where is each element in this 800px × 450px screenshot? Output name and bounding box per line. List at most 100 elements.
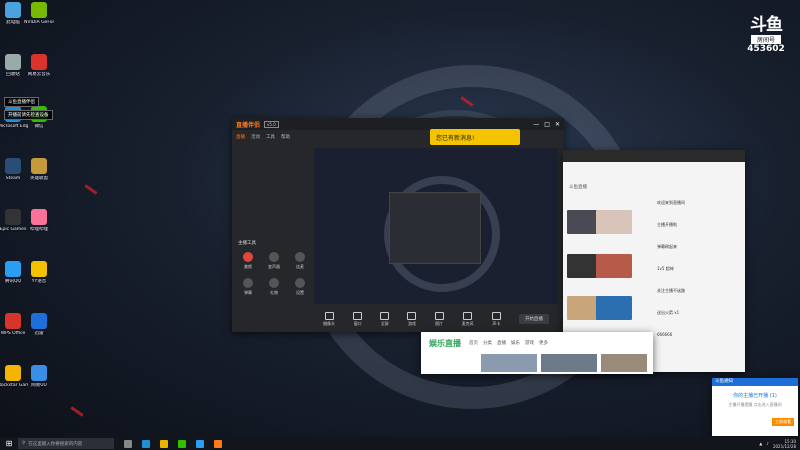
douyu-room-badge: 斗鱼 房间号 453602 <box>742 10 790 54</box>
search-icon: ⚲ <box>22 441 26 446</box>
fullscreen-icon <box>380 311 390 320</box>
nav-more[interactable]: 更多 <box>539 340 548 346</box>
taskbar-search[interactable]: ⚲ 在这里输入你要搜索的内容 <box>18 438 114 449</box>
minimize-icon[interactable]: — <box>533 121 539 128</box>
beauty-icon <box>243 252 253 262</box>
gamepad-icon <box>407 311 417 320</box>
side-button-beauty[interactable]: 美颜 <box>236 252 260 270</box>
nav-entertainment[interactable]: 娱乐 <box>511 340 520 346</box>
side-button-settings[interactable]: 设置 <box>288 278 312 296</box>
nav-category[interactable]: 分类 <box>483 340 492 346</box>
chat-row: 666666 <box>657 332 673 337</box>
desktop-icon[interactable]: 英雄联盟 <box>24 157 54 181</box>
tool-audio[interactable]: 声卡 <box>491 311 501 327</box>
desktop-icon[interactable]: 迅雷 <box>24 313 54 336</box>
side-button-danmaku[interactable]: 弹幕 <box>236 278 260 296</box>
task-view-icon[interactable] <box>124 439 132 448</box>
stream-app-version: v5.0 <box>264 120 279 128</box>
room-id: 453602 <box>747 44 785 54</box>
stream-toolbar: 摄像头 窗口 全屏 游戏 图片 麦克风 声卡 开始直播 <box>314 308 558 330</box>
tool-camera[interactable]: 摄像头 <box>323 311 335 327</box>
video-thumbnail[interactable] <box>481 354 537 372</box>
notification-title: 你的主播已开播 (1) <box>733 393 777 399</box>
stream-app-name: 直播伴侣 <box>236 121 261 129</box>
file-explorer-icon[interactable] <box>160 439 168 448</box>
desktop-tooltip: 斗鱼直播伴侣 <box>4 97 39 107</box>
volume-icon[interactable]: ♪ <box>766 441 769 446</box>
desktop-icon[interactable]: YY语音 <box>24 261 54 284</box>
tab-activity[interactable]: 活动 <box>251 134 260 140</box>
nav-home[interactable]: 首页 <box>469 340 478 346</box>
tool-image[interactable]: 图片 <box>434 311 444 327</box>
side-button-voice[interactable]: 变声器 <box>262 252 286 270</box>
desktop-icon-label: 迅雷 <box>34 331 44 337</box>
side-button-link[interactable]: 连麦 <box>288 252 312 270</box>
desktop-tooltip: 开播前请先检查设备 <box>4 110 53 120</box>
nav-game[interactable]: 游戏 <box>525 340 534 346</box>
app-icon <box>31 209 47 226</box>
tab-live[interactable]: 直播 <box>236 134 245 140</box>
stream-app-taskbar-icon[interactable] <box>214 439 222 448</box>
system-tray: ▲ ♪ 15:30 2021/12/28 <box>759 439 800 449</box>
app-icon <box>5 261 21 278</box>
network-icon[interactable]: ▲ <box>759 441 762 446</box>
desktop-icon[interactable]: 网易UU <box>24 364 54 388</box>
tool-fullscreen[interactable]: 全屏 <box>380 311 390 327</box>
stream-preview <box>314 148 558 304</box>
microphone-icon <box>463 311 473 320</box>
desktop-icon-label: 微信 <box>34 123 44 129</box>
windows-start-icon[interactable]: ⊞ <box>0 437 18 450</box>
link-icon <box>295 252 305 262</box>
chat-row: 送出火箭 x1 <box>657 310 680 315</box>
video-thumbnail[interactable] <box>601 354 647 372</box>
maximize-icon[interactable]: □ <box>544 121 550 128</box>
tool-game[interactable]: 游戏 <box>407 311 417 327</box>
desktop-icon[interactable]: NVIDIA GeForce <box>24 2 54 25</box>
side-title: 主播工具 <box>238 241 256 246</box>
tool-window[interactable]: 窗口 <box>353 311 363 327</box>
tool-mic[interactable]: 麦克风 <box>462 311 474 327</box>
desktop-icon-label: 哔哩哔哩 <box>30 227 48 233</box>
desktop-icon-label: 网易UU <box>31 382 47 388</box>
chat-row: 弹幕刷起来 <box>657 244 677 249</box>
desktop-icon-label: 网易云音乐 <box>27 71 51 77</box>
app-icon <box>31 261 47 278</box>
nav-live[interactable]: 直播 <box>497 340 506 346</box>
edge-icon[interactable] <box>142 439 150 448</box>
message-toast[interactable]: 您已有新消息! <box>430 129 520 145</box>
tab-help[interactable]: 帮助 <box>281 134 290 140</box>
search-placeholder: 在这里输入你要搜索的内容 <box>28 441 83 447</box>
start-live-button[interactable]: 开始直播 <box>518 314 549 324</box>
desktop-icon[interactable]: 网易云音乐 <box>24 53 54 77</box>
video-site-window: 娱乐直播 首页 分类 直播 娱乐 游戏 更多 <box>421 332 653 374</box>
app-icon <box>31 2 47 18</box>
notification-body: 主播开播提醒 点击进入直播间 <box>728 402 782 407</box>
app-icon <box>31 313 47 330</box>
video-site-logo: 娱乐直播 <box>429 339 461 348</box>
stream-thumbnail[interactable] <box>596 254 632 278</box>
app-icon <box>5 209 21 226</box>
background-spark <box>84 184 98 195</box>
voice-icon <box>269 252 279 262</box>
video-thumbnail[interactable] <box>541 354 597 372</box>
tab-tools[interactable]: 工具 <box>266 134 275 140</box>
app-icon <box>31 53 47 70</box>
wechat-icon[interactable] <box>178 439 186 448</box>
app-icon <box>5 2 21 18</box>
close-icon[interactable]: ✕ <box>555 121 560 128</box>
camera-icon <box>324 311 334 320</box>
desktop-icon[interactable]: 哔哩哔哩 <box>24 209 54 232</box>
stream-thumbnail[interactable] <box>596 210 632 234</box>
app-icon <box>31 157 47 174</box>
stream-side-panel: 主播工具 美颜 变声器 连麦 弹幕 礼物 设置 <box>236 146 310 328</box>
desktop-icon-label: 英雄联盟 <box>30 175 48 181</box>
qq-icon[interactable] <box>196 439 204 448</box>
stream-thumbnail[interactable] <box>596 296 632 320</box>
douyu-logo: 斗鱼 <box>750 15 783 35</box>
notification-header: 斗鱼通知 <box>712 378 798 386</box>
clock-date[interactable]: 2021/12/28 <box>773 444 796 449</box>
gear-icon <box>295 278 305 288</box>
speaker-icon <box>491 311 501 320</box>
side-button-gift[interactable]: 礼物 <box>262 278 286 296</box>
notification-ok-button[interactable]: 立即观看 <box>772 418 794 426</box>
